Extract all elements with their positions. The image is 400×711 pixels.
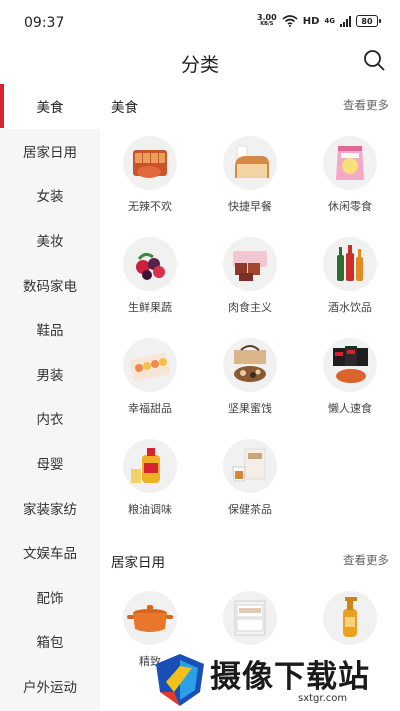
subcategory-item[interactable]: 坚果蜜饯 <box>200 326 300 427</box>
section-title: 美食 <box>111 100 138 116</box>
subcategory-label: 酒水饮品 <box>328 301 372 314</box>
sidebar-item-label: 箱包 <box>36 635 64 652</box>
subcategory-label: 坚果蜜饯 <box>228 402 272 415</box>
subcategory-item[interactable]: 生鲜果蔬 <box>100 225 200 326</box>
tea-box-image <box>223 439 277 493</box>
page-title: 分类 <box>180 54 219 76</box>
network-speed-unit: KB/S <box>260 21 274 27</box>
search-icon[interactable] <box>362 48 386 72</box>
sidebar-item-household[interactable]: 居家日用 <box>0 129 100 174</box>
pot-image <box>123 591 177 645</box>
hd-indicator: HD <box>302 15 320 27</box>
battery-level: 80 <box>361 16 373 26</box>
macarons-image <box>123 338 177 392</box>
sidebar-item-label: 女装 <box>36 189 64 206</box>
bottles-image <box>323 237 377 291</box>
subcategory-item[interactable]: 休闲零食 <box>300 124 400 225</box>
subcategory-item[interactable]: 幸福甜品 <box>100 326 200 427</box>
drawer-image <box>223 591 277 645</box>
category-sidebar: 美食 居家日用 女装 美妆 数码家电 鞋品 男装 内衣 母婴 家装家纺 文娱车品… <box>0 84 100 711</box>
subcategory-item[interactable]: 酒水饮品 <box>300 225 400 326</box>
subcategory-label: 懒人速食 <box>328 402 372 415</box>
sidebar-item-underwear[interactable]: 内衣 <box>0 396 100 441</box>
subcategory-label: 快捷早餐 <box>228 200 272 213</box>
subcategory-item[interactable]: 懒人速食 <box>300 326 400 427</box>
subcategory-item[interactable]: 粮油调味 <box>100 427 200 528</box>
sidebar-item-entertainment-auto[interactable]: 文娱车品 <box>0 530 100 575</box>
section-title: 居家日用 <box>111 555 165 571</box>
sidebar-item-label: 家装家纺 <box>23 501 77 518</box>
berries-image <box>123 237 177 291</box>
sidebar-item-label: 内衣 <box>36 412 64 429</box>
sidebar-item-mens[interactable]: 男装 <box>0 352 100 397</box>
sidebar-item-label: 美妆 <box>36 234 64 251</box>
section-header: 居家日用 查看更多 <box>100 539 400 579</box>
sidebar-item-home-textile[interactable]: 家装家纺 <box>0 485 100 530</box>
sidebar-item-label: 户外运动 <box>23 680 77 697</box>
subcategory-item[interactable]: 无辣不欢 <box>100 124 200 225</box>
status-time: 09:37 <box>24 15 65 31</box>
nuts-box-image <box>223 338 277 392</box>
category-content: 美食 查看更多 无辣不欢 快捷早餐 休闲零食 生鲜果蔬 肉食主义 酒水饮品 幸福… <box>100 84 400 711</box>
signal-icon <box>340 15 351 27</box>
subcategory-label: 休闲零食 <box>328 200 372 213</box>
sidebar-item-food[interactable]: 美食 <box>0 84 100 129</box>
subcategory-label: 粮油调味 <box>128 503 172 516</box>
spicy-snack-image <box>123 136 177 190</box>
subcategory-label: 肉食主义 <box>228 301 272 314</box>
sidebar-item-womens[interactable]: 女装 <box>0 173 100 218</box>
section-header: 美食 查看更多 <box>100 84 400 124</box>
oil-bottle-image <box>123 439 177 493</box>
sidebar-item-label: 配饰 <box>36 590 64 607</box>
subcategory-item[interactable]: 快捷早餐 <box>200 124 300 225</box>
shampoo-image <box>323 591 377 645</box>
watermark: 摄像下载站 sxtgr.com <box>150 648 400 711</box>
watermark-logo-icon <box>156 654 204 706</box>
battery-icon: 80 <box>356 15 381 27</box>
sidebar-item-label: 母婴 <box>36 457 64 474</box>
chips-bag-image <box>323 136 377 190</box>
subcategory-item[interactable]: 肉食主义 <box>200 225 300 326</box>
watermark-text: 摄像下载站 <box>210 659 370 695</box>
status-icons: 3.00 KB/S HD 4G 80 <box>257 14 381 28</box>
see-more-link[interactable]: 查看更多 <box>343 552 389 568</box>
network-speed-value: 3.00 <box>256 13 277 22</box>
sidebar-item-electronics[interactable]: 数码家电 <box>0 262 100 307</box>
bread-milk-image <box>223 136 277 190</box>
sidebar-item-label: 文娱车品 <box>23 546 77 563</box>
wifi-icon <box>282 15 298 27</box>
network-speed: 3.00 KB/S <box>257 14 277 28</box>
noodle-packs-image <box>323 338 377 392</box>
status-bar: 09:37 3.00 KB/S HD 4G 80 <box>0 0 400 46</box>
subcategory-grid: 无辣不欢 快捷早餐 休闲零食 生鲜果蔬 肉食主义 酒水饮品 幸福甜品 坚果蜜饯 … <box>100 124 400 528</box>
sidebar-item-shoes[interactable]: 鞋品 <box>0 307 100 352</box>
sidebar-item-outdoor[interactable]: 户外运动 <box>0 664 100 709</box>
see-more-link[interactable]: 查看更多 <box>343 97 389 113</box>
sidebar-item-bags[interactable]: 箱包 <box>0 619 100 664</box>
watermark-url: sxtgr.com <box>298 693 348 704</box>
sidebar-item-label: 鞋品 <box>36 323 64 340</box>
subcategory-label: 保健茶品 <box>228 503 272 516</box>
sidebar-item-label: 数码家电 <box>23 278 77 295</box>
subcategory-item[interactable]: 保健茶品 <box>200 427 300 528</box>
sidebar-item-accessories[interactable]: 配饰 <box>0 575 100 620</box>
sidebar-item-baby[interactable]: 母婴 <box>0 441 100 486</box>
header: 分类 <box>0 46 400 84</box>
sidebar-item-label: 美食 <box>36 100 64 117</box>
subcategory-label: 生鲜果蔬 <box>128 301 172 314</box>
meat-box-image <box>223 237 277 291</box>
subcategory-label: 幸福甜品 <box>128 402 172 415</box>
subcategory-label: 无辣不欢 <box>128 200 172 213</box>
sidebar-item-label: 居家日用 <box>23 144 77 161</box>
network-type: 4G <box>324 17 335 25</box>
sidebar-item-beauty[interactable]: 美妆 <box>0 218 100 263</box>
sidebar-item-label: 男装 <box>36 367 64 384</box>
